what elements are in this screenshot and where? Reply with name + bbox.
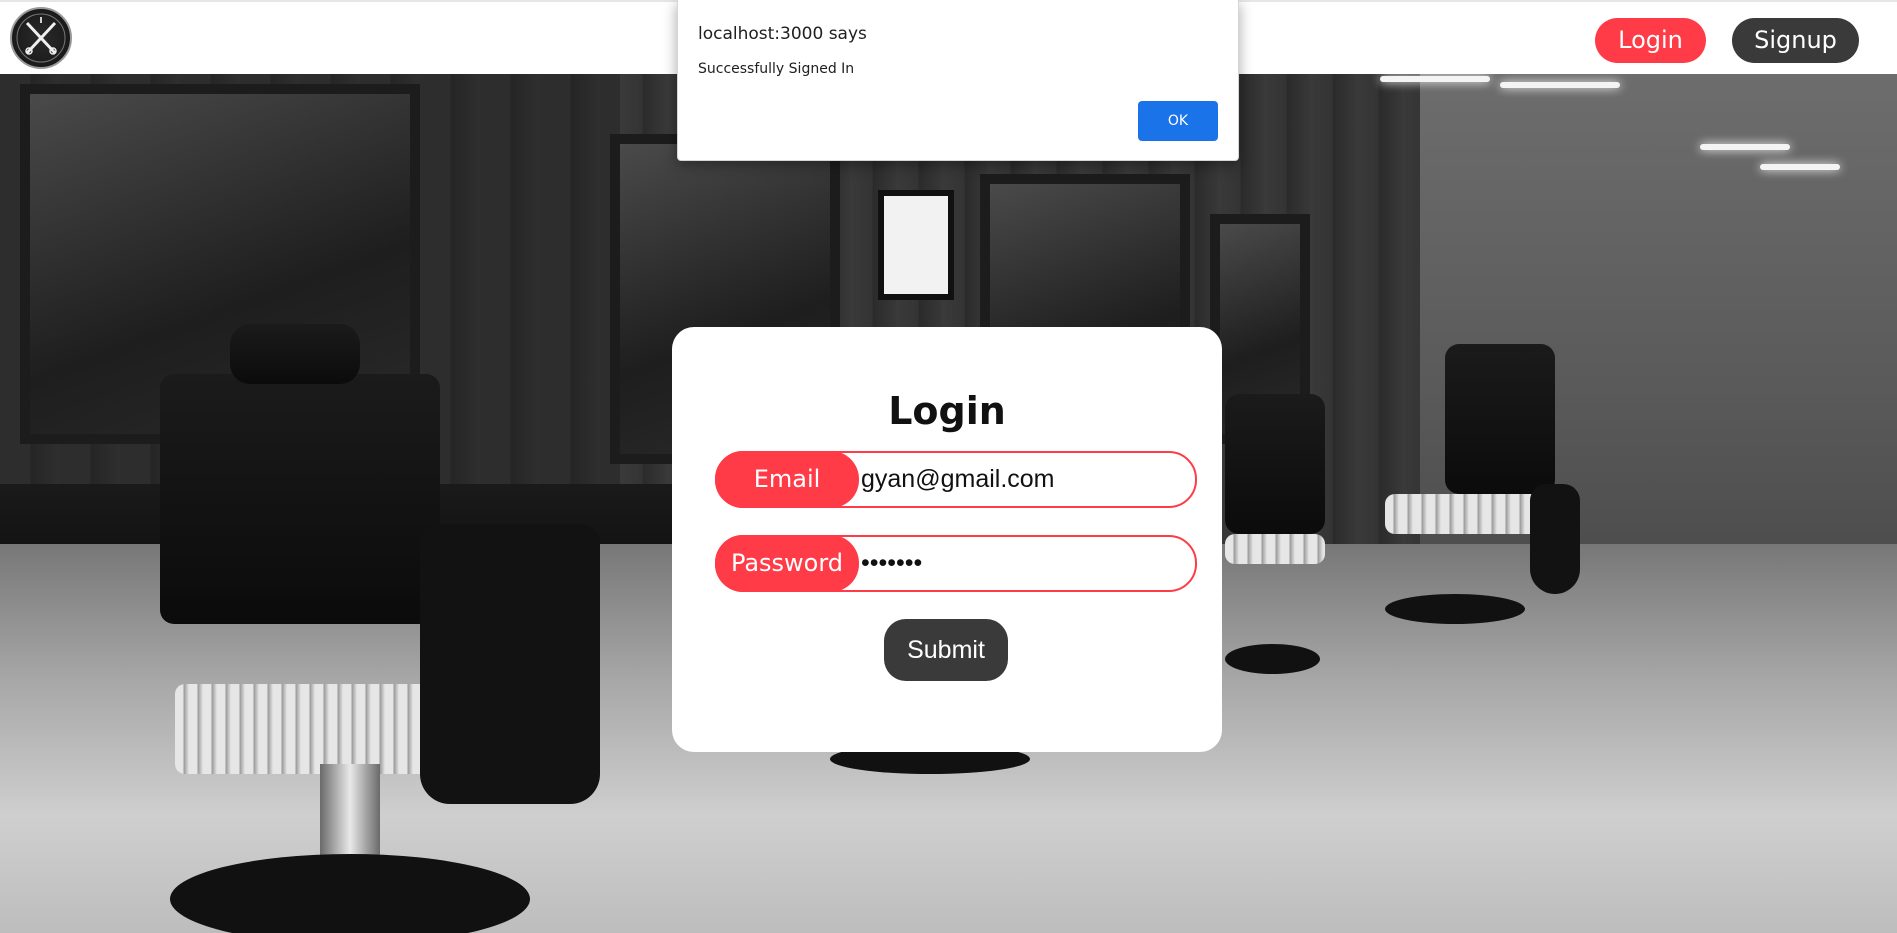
ceiling-light bbox=[1380, 76, 1490, 82]
ceiling-light bbox=[1500, 82, 1620, 88]
login-title: Login bbox=[888, 389, 1006, 433]
email-input[interactable] bbox=[859, 453, 1183, 506]
password-label: Password bbox=[715, 535, 859, 592]
chair-footrest bbox=[1225, 534, 1325, 564]
login-card: Login Email Password Submit bbox=[672, 327, 1222, 752]
scissors-razor-icon bbox=[16, 13, 66, 63]
alert-title: localhost:3000 says bbox=[698, 24, 867, 44]
framed-shirt bbox=[878, 190, 954, 300]
alert-ok-button[interactable]: OK bbox=[1138, 101, 1218, 141]
nav-signup-button[interactable]: Signup bbox=[1732, 18, 1859, 63]
chair-backrest bbox=[160, 374, 440, 624]
alert-dialog: localhost:3000 says Successfully Signed … bbox=[677, 0, 1239, 161]
chair-base bbox=[1225, 644, 1320, 674]
password-input[interactable] bbox=[859, 537, 1183, 590]
email-field: Email bbox=[715, 451, 1197, 508]
nav-login-button[interactable]: Login bbox=[1595, 18, 1706, 63]
password-field: Password bbox=[715, 535, 1197, 592]
ceiling-light bbox=[1700, 144, 1790, 150]
chair-cape bbox=[420, 524, 600, 804]
chair-footrest bbox=[1385, 494, 1545, 534]
chair-base bbox=[1385, 594, 1525, 624]
chair-cape bbox=[1530, 484, 1580, 594]
submit-button[interactable]: Submit bbox=[884, 619, 1008, 681]
chair-backrest bbox=[1445, 344, 1555, 494]
alert-message: Successfully Signed In bbox=[698, 61, 855, 77]
chair-headrest bbox=[230, 324, 360, 384]
barber-logo-icon[interactable] bbox=[10, 7, 72, 69]
email-label: Email bbox=[715, 451, 859, 508]
ceiling-light bbox=[1760, 164, 1840, 170]
chair-backrest bbox=[1225, 394, 1325, 534]
